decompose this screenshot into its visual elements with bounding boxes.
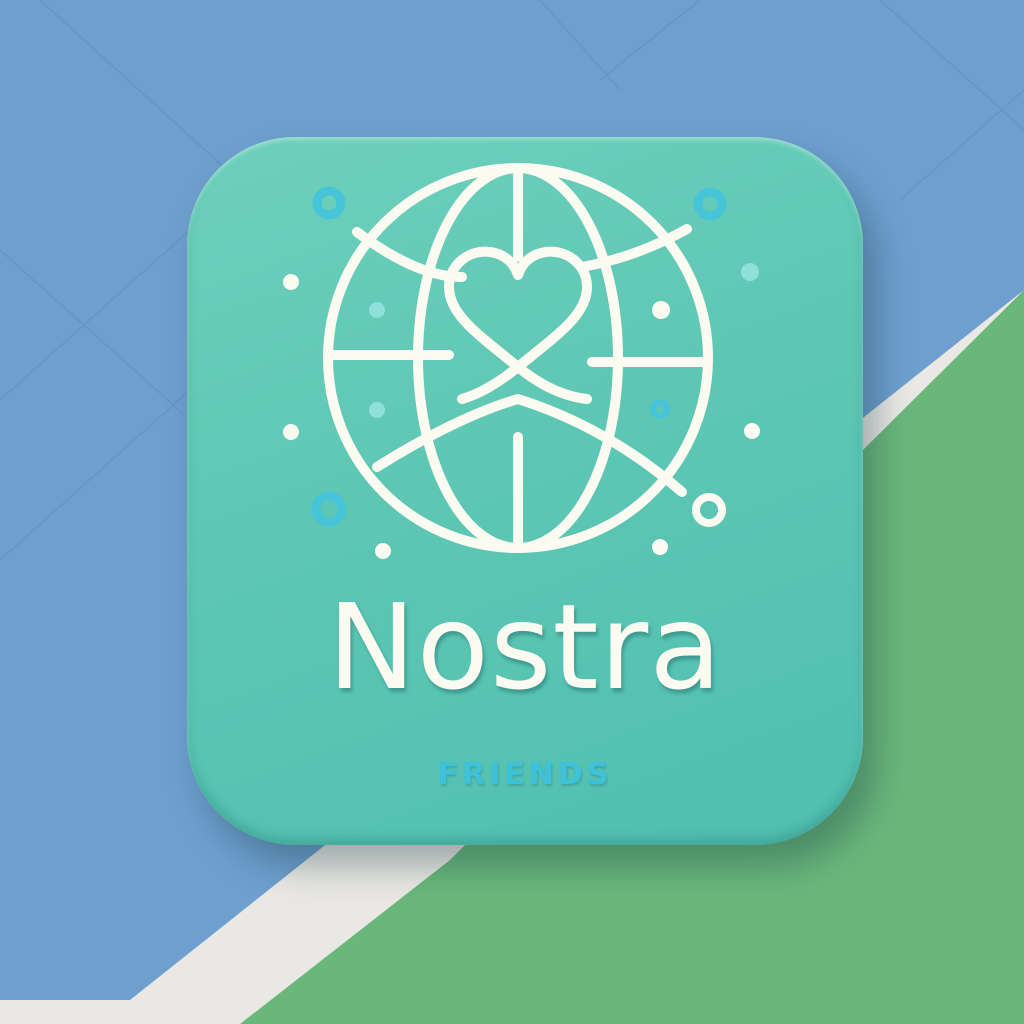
brand-tagline: FRIENDS [437, 757, 613, 792]
brand-name: Nostra [327, 578, 723, 716]
globe-heart-icon [283, 163, 760, 559]
app-logo-scene: Nostra FRIENDS [0, 0, 1024, 1024]
